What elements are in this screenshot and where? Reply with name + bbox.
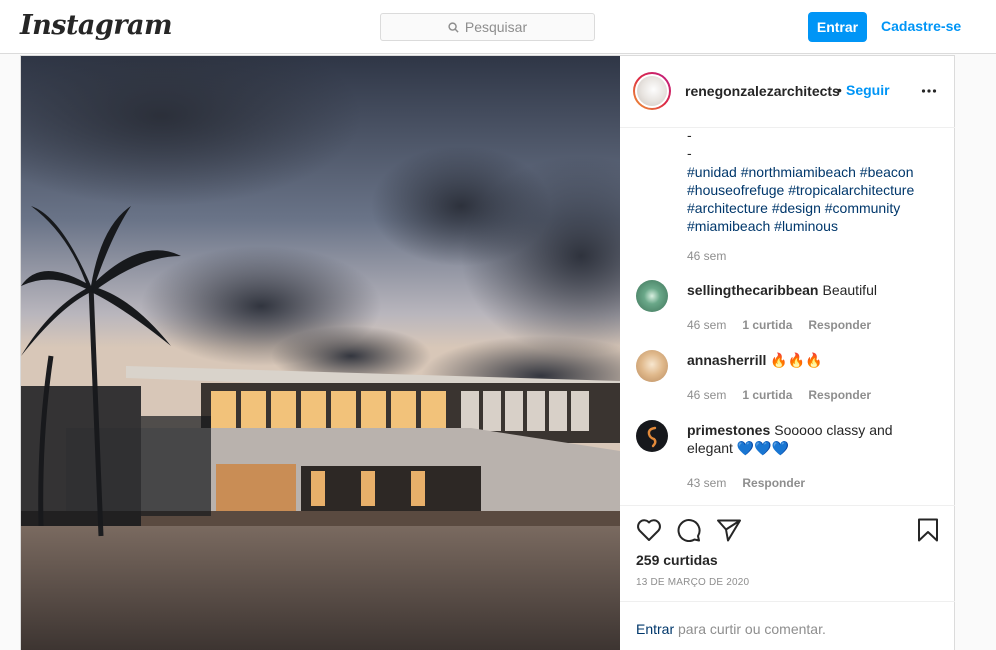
- commenter-avatar[interactable]: [636, 420, 668, 452]
- top-navigation-bar: Instagram Pesquisar Entrar Cadastre-se: [0, 0, 996, 54]
- login-link[interactable]: Entrar: [636, 621, 674, 637]
- comment-body: Beautiful: [822, 282, 877, 298]
- more-options-icon[interactable]: [921, 83, 937, 104]
- reply-button[interactable]: Responder: [808, 318, 871, 332]
- author-username[interactable]: renegonzalezarchitects: [685, 83, 840, 99]
- comment-likes[interactable]: 1 curtida: [742, 318, 792, 332]
- reply-button[interactable]: Responder: [742, 476, 805, 490]
- commenter-avatar[interactable]: [636, 350, 668, 382]
- caption-timestamp[interactable]: 46 sem: [687, 249, 726, 263]
- caption-line: -: [687, 128, 692, 143]
- comment-meta: 43 sem Responder: [687, 476, 805, 490]
- follow-button[interactable]: Seguir: [846, 82, 890, 98]
- comment-text: annasherrill 🔥🔥🔥: [687, 351, 937, 369]
- search-input[interactable]: Pesquisar: [380, 13, 595, 41]
- search-icon: [448, 21, 459, 33]
- comment-username[interactable]: annasherrill: [687, 352, 766, 368]
- post-header: renegonzalezarchitects • Seguir: [620, 56, 955, 128]
- login-prompt: Entrar para curtir ou comentar.: [620, 601, 955, 650]
- bookmark-icon[interactable]: [916, 518, 940, 547]
- login-prompt-text: para curtir ou comentar.: [674, 621, 826, 637]
- heart-icon[interactable]: [636, 518, 662, 547]
- comment-text: primestones Sooooo classy and elegant 💙💙💙: [687, 421, 937, 457]
- post-card: renegonzalezarchitects • Seguir - - #uni…: [20, 55, 955, 650]
- comment-likes[interactable]: 1 curtida: [742, 388, 792, 402]
- post-side-panel: renegonzalezarchitects • Seguir - - #uni…: [620, 56, 955, 650]
- comment-timestamp[interactable]: 46 sem: [687, 318, 726, 332]
- comment-timestamp[interactable]: 43 sem: [687, 476, 726, 490]
- comment-username[interactable]: primestones: [687, 422, 770, 438]
- commenter-avatar[interactable]: [636, 280, 668, 312]
- reply-button[interactable]: Responder: [808, 388, 871, 402]
- search-placeholder: Pesquisar: [464, 19, 528, 35]
- share-icon[interactable]: [716, 518, 742, 547]
- comment-icon[interactable]: [676, 518, 702, 547]
- comment-body: 🔥🔥🔥: [770, 352, 823, 368]
- author-avatar[interactable]: [633, 72, 671, 110]
- comment-username[interactable]: sellingthecaribbean: [687, 282, 818, 298]
- post-date[interactable]: 13 DE MARÇO DE 2020: [636, 577, 749, 588]
- post-photo[interactable]: [21, 56, 620, 650]
- comments-list[interactable]: - - #unidad #northmiamibeach #beacon #ho…: [620, 128, 955, 505]
- caption-hashtags[interactable]: #miamibeach #luminous: [687, 217, 838, 235]
- comment-meta: 46 sem 1 curtida Responder: [687, 388, 871, 402]
- caption-hashtags[interactable]: #houseofrefuge #tropicalarchitecture: [687, 181, 914, 199]
- comment-text: sellingthecaribbean Beautiful: [687, 281, 937, 299]
- primestones-logo-icon: [647, 426, 657, 448]
- comment-timestamp[interactable]: 46 sem: [687, 388, 726, 402]
- likes-count[interactable]: 259 curtidas: [636, 552, 718, 568]
- beach-house-photo: [21, 56, 620, 650]
- login-button[interactable]: Entrar: [808, 12, 867, 42]
- comment-meta: 46 sem 1 curtida Responder: [687, 318, 871, 332]
- caption-line: -: [687, 145, 692, 161]
- instagram-logo[interactable]: Instagram: [20, 10, 173, 41]
- caption-hashtags[interactable]: #unidad #northmiamibeach #beacon: [687, 163, 914, 181]
- caption-hashtags[interactable]: #architecture #design #community: [687, 199, 900, 217]
- separator-dot: •: [837, 82, 842, 98]
- post-actions: 259 curtidas 13 DE MARÇO DE 2020: [620, 505, 955, 601]
- signup-link[interactable]: Cadastre-se: [881, 18, 961, 34]
